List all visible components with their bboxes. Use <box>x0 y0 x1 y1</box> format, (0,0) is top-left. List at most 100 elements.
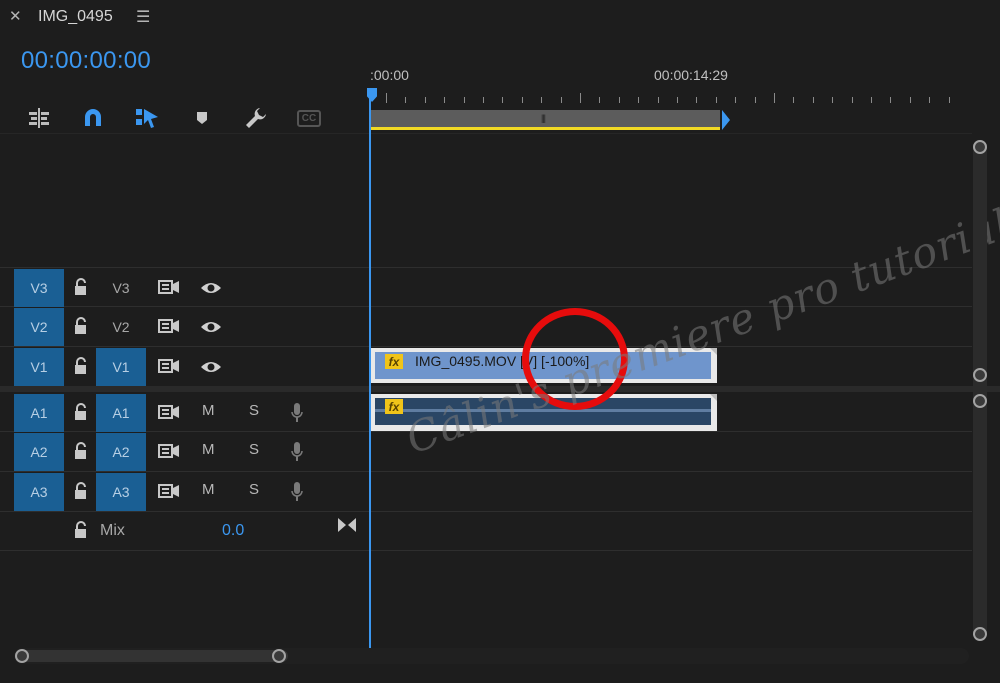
go-to-in-out-icon[interactable] <box>336 516 358 534</box>
clip-end-marker <box>710 394 717 401</box>
source-patch-v3[interactable]: V3 <box>96 269 146 307</box>
solo-button-a2[interactable]: S <box>249 441 259 458</box>
zoom-handle-right[interactable] <box>272 649 286 663</box>
source-patch-v2[interactable]: V2 <box>96 308 146 346</box>
ruler-tick <box>929 97 931 103</box>
source-patch-a3[interactable]: A3 <box>96 473 146 511</box>
scroll-handle-audio-top[interactable] <box>973 394 987 408</box>
horizontal-scroll-thumb[interactable] <box>16 650 288 662</box>
sync-lock-icon[interactable] <box>158 358 180 374</box>
sync-lock-icon[interactable] <box>158 443 180 459</box>
source-patch-a2[interactable]: A2 <box>96 433 146 471</box>
fx-badge[interactable]: fx <box>385 354 403 369</box>
ruler-tick <box>871 97 872 103</box>
source-patch-a1[interactable]: A1 <box>96 394 146 432</box>
work-area-grip-icon[interactable]: ||| <box>541 113 546 123</box>
insert-nested-sequence-icon[interactable] <box>25 104 53 132</box>
ruler-tick <box>638 97 640 103</box>
close-icon[interactable]: ✕ <box>9 7 22 25</box>
ruler-tick <box>444 97 446 103</box>
track-header-a3: A3 A3 M S <box>0 472 362 511</box>
lock-icon[interactable] <box>72 521 90 539</box>
mix-label: Mix <box>100 522 125 539</box>
eye-icon[interactable] <box>200 280 222 296</box>
lock-icon[interactable] <box>72 482 90 500</box>
ruler-tick <box>774 93 775 103</box>
track-header-v1: V1 V1 <box>0 347 362 386</box>
solo-button-a3[interactable]: S <box>249 481 259 498</box>
sequence-tab-title[interactable]: IMG_0495 <box>38 8 113 26</box>
solo-button-a1[interactable]: S <box>249 402 259 419</box>
lock-icon[interactable] <box>72 357 90 375</box>
track-header-a2: A2 A2 M S <box>0 432 362 471</box>
mute-button-a1[interactable]: M <box>202 402 215 419</box>
microphone-icon[interactable] <box>290 441 304 463</box>
target-toggle-a2[interactable]: A2 <box>14 433 64 471</box>
ruler-tick <box>735 97 737 103</box>
ruler-tick <box>812 97 814 103</box>
ruler-tick <box>599 97 601 103</box>
ruler-tick <box>890 97 892 103</box>
ruler-tick <box>405 97 407 103</box>
vertical-scrollbar[interactable] <box>973 140 987 640</box>
linked-selection-icon[interactable] <box>133 104 161 132</box>
target-toggle-v3[interactable]: V3 <box>14 269 64 307</box>
ruler-tick <box>521 97 523 103</box>
eye-icon[interactable] <box>200 359 222 375</box>
eye-icon[interactable] <box>200 319 222 335</box>
ruler-tick <box>832 97 834 103</box>
ruler-tick <box>909 97 911 103</box>
lock-icon[interactable] <box>72 278 90 296</box>
fx-badge[interactable]: fx <box>385 399 403 414</box>
ruler-tick <box>618 97 620 103</box>
playhead-timecode[interactable]: 00:00:00:00 <box>21 47 151 75</box>
ruler-tick <box>424 97 426 103</box>
track-header-v3: V3 V3 <box>0 268 362 307</box>
target-toggle-v2[interactable]: V2 <box>14 308 64 346</box>
ruler-tick <box>560 97 562 103</box>
work-area-bar[interactable]: ||| <box>371 110 720 130</box>
sync-lock-icon[interactable] <box>158 483 180 499</box>
sync-lock-icon[interactable] <box>158 279 180 295</box>
snap-magnet-icon[interactable] <box>79 104 107 132</box>
scroll-handle-video-bottom[interactable] <box>973 368 987 382</box>
ruler-tick <box>386 93 387 103</box>
mix-volume-value[interactable]: 0.0 <box>222 522 244 540</box>
lock-icon[interactable] <box>72 442 90 460</box>
ruler-tick <box>793 97 795 103</box>
mute-button-a2[interactable]: M <box>202 441 215 458</box>
target-toggle-a1[interactable]: A1 <box>14 394 64 432</box>
ruler-tick <box>677 97 678 103</box>
ruler-start-label: :00:00 <box>370 67 409 83</box>
source-patch-v1[interactable]: V1 <box>96 348 146 386</box>
closed-captions-icon[interactable]: CC <box>294 104 324 132</box>
time-ruler[interactable]: :00:00 00:00:14:29 ||| <box>367 60 970 134</box>
ruler-tick <box>580 93 581 103</box>
ruler-mid-label: 00:00:14:29 <box>654 67 728 83</box>
ruler-tick <box>502 97 504 103</box>
hamburger-menu-icon[interactable]: ☰ <box>136 7 150 27</box>
work-area-end-handle[interactable] <box>722 110 730 130</box>
ruler-tick <box>715 97 717 103</box>
microphone-icon[interactable] <box>290 481 304 503</box>
sync-lock-icon[interactable] <box>158 404 180 420</box>
zoom-handle-left[interactable] <box>15 649 29 663</box>
target-toggle-v1[interactable]: V1 <box>14 348 64 386</box>
ruler-tick <box>657 97 659 103</box>
sync-lock-icon[interactable] <box>158 318 180 334</box>
track-header-v2: V2 V2 <box>0 307 362 346</box>
lock-icon[interactable] <box>72 317 90 335</box>
timeline-settings-wrench-icon[interactable] <box>242 104 270 132</box>
ruler-tick <box>948 97 950 103</box>
ruler-tick <box>463 97 465 103</box>
lock-icon[interactable] <box>72 403 90 421</box>
mute-button-a3[interactable]: M <box>202 481 215 498</box>
scroll-handle-bottom[interactable] <box>973 627 987 641</box>
add-marker-icon[interactable] <box>188 104 216 132</box>
panel-tab[interactable]: ✕ IMG_0495 ☰ <box>0 0 1000 34</box>
track-header-a1: A1 A1 M S <box>0 393 362 432</box>
scroll-handle-top[interactable] <box>973 140 987 154</box>
target-toggle-a3[interactable]: A3 <box>14 473 64 511</box>
playhead-line[interactable] <box>369 88 371 648</box>
microphone-icon[interactable] <box>290 402 304 424</box>
